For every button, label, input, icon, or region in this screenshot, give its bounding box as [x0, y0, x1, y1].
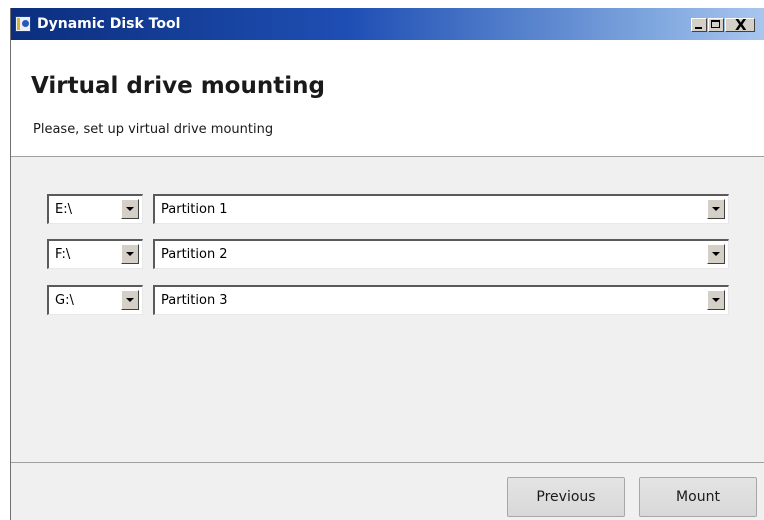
title-bar[interactable]: Dynamic Disk Tool X [11, 8, 764, 40]
close-icon: X [735, 16, 747, 34]
chevron-down-icon [126, 207, 134, 211]
partition-select-3[interactable]: Partition 3 [153, 285, 729, 315]
chevron-down-icon [712, 252, 720, 256]
drive-letter-select-3[interactable]: G:\ [47, 285, 143, 315]
partition-select-2[interactable]: Partition 2 [153, 239, 729, 269]
header-divider [11, 156, 764, 157]
mount-button[interactable]: Mount [639, 477, 757, 517]
wizard-header: Virtual drive mounting Please, set up vi… [11, 40, 764, 156]
drive-letter-value: E:\ [55, 202, 72, 217]
maximize-icon [711, 20, 720, 28]
dropdown-button[interactable] [121, 199, 139, 219]
chevron-down-icon [712, 207, 720, 211]
close-button[interactable]: X [725, 16, 755, 34]
drive-letter-value: G:\ [55, 293, 74, 308]
previous-button[interactable]: Previous [507, 477, 625, 517]
drive-letter-select-2[interactable]: F:\ [47, 239, 143, 269]
drive-letter-select-1[interactable]: E:\ [47, 194, 143, 224]
drive-letter-value: F:\ [55, 247, 71, 262]
chevron-down-icon [126, 298, 134, 302]
partition-select-1[interactable]: Partition 1 [153, 194, 729, 224]
page-title: Virtual drive mounting [31, 73, 325, 99]
dropdown-button[interactable] [707, 290, 725, 310]
minimize-icon [695, 27, 702, 29]
window-title: Dynamic Disk Tool [37, 16, 181, 32]
partition-value: Partition 2 [161, 247, 228, 262]
maximize-button[interactable] [708, 18, 724, 32]
minimize-button[interactable] [691, 18, 707, 32]
app-icon [15, 16, 31, 32]
partition-value: Partition 1 [161, 202, 228, 217]
partition-value: Partition 3 [161, 293, 228, 308]
dropdown-button[interactable] [707, 199, 725, 219]
page-subtitle: Please, set up virtual drive mounting [33, 122, 274, 137]
dropdown-button[interactable] [121, 290, 139, 310]
chevron-down-icon [126, 252, 134, 256]
footer-divider [11, 462, 764, 463]
dropdown-button[interactable] [707, 244, 725, 264]
dropdown-button[interactable] [121, 244, 139, 264]
dynamic-disk-tool-window: Dynamic Disk Tool X Virtual drive mounti… [10, 8, 764, 520]
chevron-down-icon [712, 298, 720, 302]
